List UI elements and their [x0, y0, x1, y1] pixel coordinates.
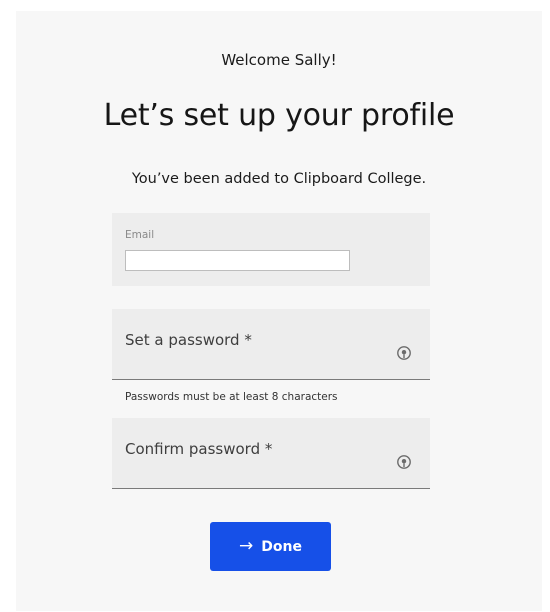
done-button-label: Done — [261, 538, 302, 555]
arrow-right-icon: → — [239, 536, 254, 556]
confirm-password-input[interactable] — [112, 418, 430, 488]
profile-setup-card: Welcome Sally! Let’s set up your profile… — [16, 11, 542, 611]
welcome-text: Welcome Sally! — [221, 51, 337, 69]
show-password-icon[interactable] — [396, 345, 412, 361]
email-field-container: Email — [112, 213, 430, 286]
page-title: Let’s set up your profile — [103, 98, 455, 133]
done-button[interactable]: → Done — [210, 522, 331, 571]
email-field[interactable] — [125, 250, 350, 271]
email-label: Email — [125, 229, 155, 241]
confirm-password-field-container — [112, 418, 430, 489]
show-password-icon[interactable] — [396, 454, 412, 470]
password-field-container — [112, 309, 430, 380]
password-input[interactable] — [112, 309, 430, 379]
page-subtitle: You’ve been added to Clipboard College. — [131, 171, 427, 187]
password-hint: Passwords must be at least 8 characters — [125, 391, 338, 403]
